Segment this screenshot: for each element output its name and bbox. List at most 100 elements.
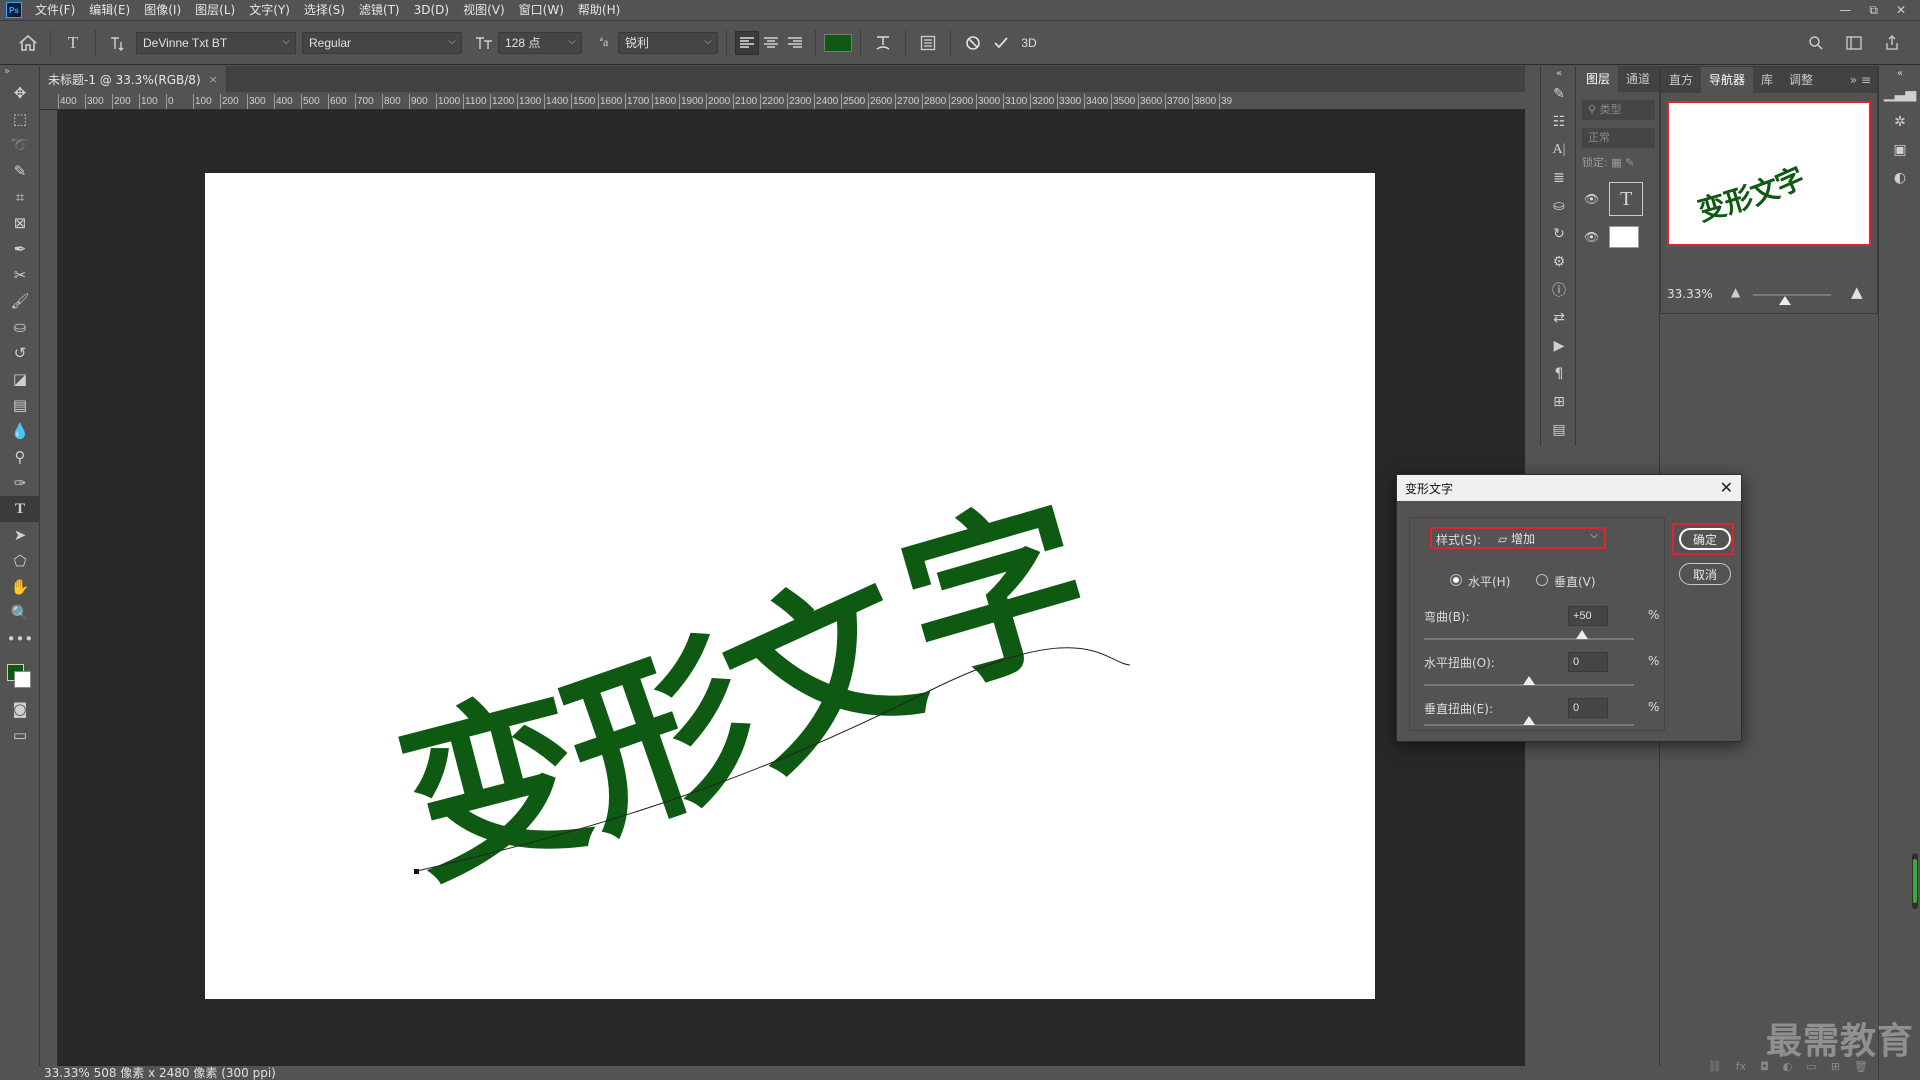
background-color-swatch[interactable] bbox=[14, 671, 31, 688]
menu-3d[interactable]: 3D(D) bbox=[407, 0, 456, 21]
align-center-button[interactable] bbox=[759, 31, 783, 55]
navigator-zoom-value[interactable]: 33.33% bbox=[1667, 287, 1713, 301]
layer-filter-search[interactable]: ⚲ 类型 bbox=[1582, 100, 1655, 120]
cancel-edit-icon[interactable] bbox=[959, 29, 987, 57]
tab-histogram[interactable]: 直方 bbox=[1661, 67, 1701, 93]
text-color-swatch[interactable] bbox=[824, 33, 852, 52]
workspace-icon[interactable] bbox=[1840, 29, 1868, 57]
adjustments-icon[interactable]: ◐ bbox=[1879, 164, 1920, 192]
info-icon[interactable]: ⓘ bbox=[1541, 276, 1577, 304]
collapse-icons-icon[interactable]: « bbox=[1541, 66, 1577, 80]
eraser-tool-icon[interactable]: ◪ bbox=[0, 366, 40, 392]
close-window-button[interactable]: ✕ bbox=[1896, 3, 1906, 18]
clone-stamp-tool-icon[interactable]: ⛀ bbox=[0, 314, 40, 340]
ok-button[interactable]: 确定 bbox=[1679, 528, 1731, 550]
horizontal-distort-slider-thumb[interactable] bbox=[1523, 676, 1535, 685]
collapse-toolbar-icon[interactable]: » bbox=[0, 66, 39, 80]
menu-image[interactable]: 图像(I) bbox=[137, 0, 188, 21]
dodge-tool-icon[interactable]: ⚲ bbox=[0, 444, 40, 470]
play-icon[interactable]: ▶ bbox=[1541, 332, 1577, 360]
scroll-indicator[interactable] bbox=[1911, 852, 1919, 910]
navigator-zoom-track[interactable] bbox=[1753, 294, 1831, 296]
clone-source-icon[interactable]: ⛀ bbox=[1541, 192, 1577, 220]
warped-text-layer[interactable]: 变形文字 bbox=[205, 173, 1375, 999]
zoom-out-icon[interactable]: ▲ bbox=[1731, 285, 1740, 299]
close-tab-icon[interactable]: × bbox=[209, 73, 218, 86]
align-right-button[interactable] bbox=[783, 31, 807, 55]
font-style-dropdown[interactable]: Regular ⌵ bbox=[302, 31, 462, 54]
blend-mode-dropdown[interactable]: 正常 bbox=[1582, 128, 1655, 148]
font-size-dropdown[interactable]: 128 点 ⌵ bbox=[498, 31, 582, 54]
home-icon[interactable] bbox=[14, 29, 42, 57]
tab-adjustments[interactable]: 调整 bbox=[1781, 67, 1821, 93]
navigator-preview[interactable]: 变形文字 bbox=[1667, 101, 1871, 246]
bend-slider-thumb[interactable] bbox=[1575, 630, 1588, 639]
panel-menu-icon[interactable]: » ≡ bbox=[1850, 73, 1877, 87]
style-dropdown[interactable]: ⏥ 增加 ⌵ bbox=[1498, 530, 1600, 547]
lock-transparent-icon[interactable]: ▦ ✎ bbox=[1611, 156, 1634, 169]
marquee-tool-icon[interactable]: ⬚ bbox=[0, 106, 40, 132]
layer-row-background[interactable]: 👁 bbox=[1578, 218, 1659, 256]
history-brush-tool-icon[interactable]: ↺ bbox=[0, 340, 40, 366]
notes-icon[interactable]: ▤ bbox=[1541, 416, 1577, 444]
quick-selection-tool-icon[interactable]: ✎ bbox=[0, 158, 40, 184]
collapse-icons-icon[interactable]: « bbox=[1879, 66, 1920, 80]
navigator-icon[interactable]: ✲ bbox=[1879, 108, 1920, 136]
menu-view[interactable]: 视图(V) bbox=[456, 0, 512, 21]
brush-tool-icon[interactable]: 🖌 bbox=[0, 288, 40, 314]
fx-icon[interactable]: fx bbox=[1736, 1060, 1746, 1073]
quick-mask-icon[interactable]: ◙ bbox=[0, 696, 40, 722]
type-tool-preset-icon[interactable]: T bbox=[59, 29, 87, 57]
actions-icon[interactable]: ⚙ bbox=[1541, 248, 1577, 276]
history-icon[interactable]: ↻ bbox=[1541, 220, 1577, 248]
tab-channels[interactable]: 通道 bbox=[1618, 66, 1658, 92]
commit-edit-icon[interactable] bbox=[987, 29, 1015, 57]
menu-type[interactable]: 文字(Y) bbox=[242, 0, 297, 21]
bend-slider-track[interactable] bbox=[1424, 638, 1634, 640]
frame-tool-icon[interactable]: ⊠ bbox=[0, 210, 40, 236]
share-icon[interactable] bbox=[1878, 29, 1906, 57]
menu-file[interactable]: 文件(F) bbox=[28, 0, 82, 21]
path-selection-tool-icon[interactable]: ➤ bbox=[0, 522, 40, 548]
crop-tool-icon[interactable]: ⌗ bbox=[0, 184, 40, 210]
properties-icon[interactable]: ☷ bbox=[1541, 108, 1577, 136]
eyedropper-tool-icon[interactable]: ✒ bbox=[0, 236, 40, 262]
zoom-in-icon[interactable]: ▲ bbox=[1851, 283, 1863, 301]
blur-tool-icon[interactable]: 💧 bbox=[0, 418, 40, 444]
create-3d-button[interactable]: 3D bbox=[1015, 29, 1043, 57]
glyphs-icon[interactable]: ⊞ bbox=[1541, 388, 1577, 416]
menu-edit[interactable]: 编辑(E) bbox=[82, 0, 137, 21]
document-tab[interactable]: 未标题-1 @ 33.3%(RGB/8) × bbox=[40, 66, 227, 92]
libraries-icon[interactable]: ▣ bbox=[1879, 136, 1920, 164]
navigator-zoom-thumb[interactable] bbox=[1779, 296, 1791, 305]
menu-help[interactable]: 帮助(H) bbox=[571, 0, 627, 21]
align-left-button[interactable] bbox=[735, 30, 759, 55]
type-tool-icon[interactable]: T bbox=[0, 496, 40, 522]
antialias-dropdown[interactable]: 锐利 ⌵ bbox=[618, 31, 718, 54]
font-family-dropdown[interactable]: DeVinne Txt BT ⌵ bbox=[136, 31, 296, 54]
shape-tool-icon[interactable]: ⬠ bbox=[0, 548, 40, 574]
character-icon[interactable]: A| bbox=[1541, 136, 1577, 164]
more-tools-icon[interactable]: ••• bbox=[0, 626, 40, 652]
layer-row-text[interactable]: 👁 T bbox=[1578, 180, 1659, 218]
warp-text-icon[interactable] bbox=[869, 29, 897, 57]
restore-button[interactable]: ⧉ bbox=[1869, 3, 1878, 18]
link-layers-icon[interactable]: ⛓ bbox=[1708, 1060, 1722, 1073]
search-icon[interactable] bbox=[1802, 29, 1830, 57]
menu-select[interactable]: 选择(S) bbox=[297, 0, 352, 21]
vertical-distort-slider-thumb[interactable] bbox=[1523, 716, 1535, 725]
cancel-button[interactable]: 取消 bbox=[1679, 563, 1731, 585]
vertical-radio[interactable] bbox=[1536, 574, 1548, 586]
tab-navigator[interactable]: 导航器 bbox=[1701, 67, 1754, 93]
lasso-tool-icon[interactable]: ➰ bbox=[0, 132, 40, 158]
hand-tool-icon[interactable]: ✋ bbox=[0, 574, 40, 600]
bend-input[interactable]: +50 bbox=[1568, 606, 1608, 626]
dialog-close-icon[interactable]: ✕ bbox=[1720, 478, 1733, 497]
brush-settings-icon[interactable]: ✎ bbox=[1541, 80, 1577, 108]
horizontal-distort-input[interactable]: 0 bbox=[1568, 652, 1608, 672]
character-panel-icon[interactable] bbox=[914, 29, 942, 57]
canvas-area[interactable]: 变形文字 bbox=[58, 110, 1525, 1066]
tab-libraries[interactable]: 库 bbox=[1753, 67, 1781, 93]
screen-mode-icon[interactable]: ▭ bbox=[0, 722, 40, 748]
tab-layers[interactable]: 图层 bbox=[1578, 66, 1619, 92]
